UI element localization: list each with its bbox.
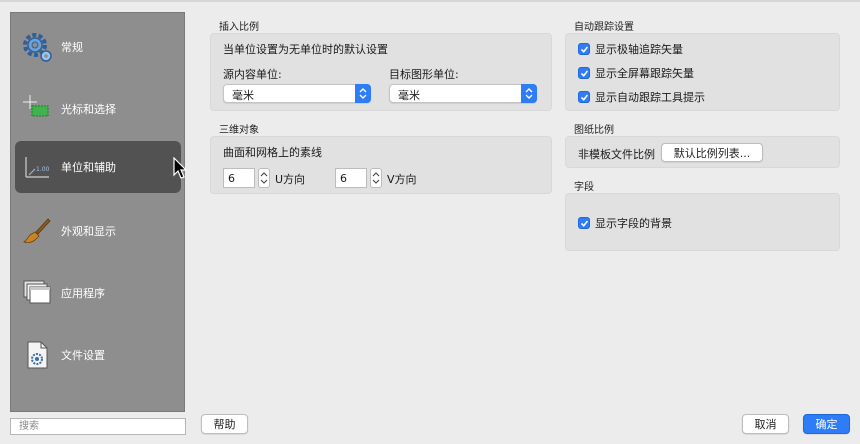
checkbox-label: 显示全屏幕跟踪矢量 bbox=[595, 67, 694, 80]
application-windows-icon bbox=[21, 277, 53, 309]
u-isolines-value: 6 bbox=[228, 172, 235, 185]
mouse-pointer-icon bbox=[173, 156, 189, 181]
checkbox-checked[interactable] bbox=[578, 43, 590, 55]
target-units-value: 毫米 bbox=[398, 89, 420, 102]
stepper-arrows-icon bbox=[260, 172, 268, 184]
sidebar-item-label: 文件设置 bbox=[61, 349, 105, 362]
autotrack-panel: 显示极轴追踪矢量 显示全屏幕跟踪矢量 显示自动跟踪工具提示 bbox=[565, 33, 840, 111]
checkbox-checked[interactable] bbox=[578, 67, 590, 79]
paintbrush-icon bbox=[21, 215, 53, 247]
svg-text:1.00: 1.00 bbox=[36, 166, 50, 173]
sidebar-item-appearance[interactable]: 外观和显示 bbox=[15, 205, 181, 257]
units-ruler-icon: 1.00 bbox=[21, 151, 53, 183]
default-scale-list-button[interactable]: 默认比例列表... bbox=[661, 143, 763, 162]
section-title-paper-scale: 图纸比例 bbox=[574, 125, 614, 136]
chevron-updown-icon bbox=[355, 84, 371, 103]
sidebar-item-cursor-selection[interactable]: 光标和选择 bbox=[15, 83, 181, 135]
sidebar-item-applications[interactable]: 应用程序 bbox=[15, 267, 181, 319]
ok-button[interactable]: 确定 bbox=[803, 414, 850, 434]
source-units-label: 源内容单位: bbox=[223, 68, 282, 81]
v-isolines-stepper[interactable] bbox=[370, 168, 382, 188]
crosshair-selection-icon bbox=[21, 93, 53, 125]
gear-icon bbox=[21, 31, 53, 63]
fullscreen-tracking-checkbox-row[interactable]: 显示全屏幕跟踪矢量 bbox=[578, 65, 694, 81]
sidebar-item-label: 应用程序 bbox=[61, 287, 105, 300]
insertion-scale-panel: 当单位设置为无单位时的默认设置 源内容单位: 目标图形单位: 毫米 毫米 bbox=[210, 33, 552, 111]
file-settings-icon bbox=[21, 339, 53, 371]
autotrack-tooltip-checkbox-row[interactable]: 显示自动跟踪工具提示 bbox=[578, 89, 705, 105]
insertion-scale-description: 当单位设置为无单位时的默认设置 bbox=[223, 43, 388, 56]
3d-objects-panel: 曲面和网格上的素线 6 U方向 6 V方向 bbox=[210, 136, 552, 194]
checkbox-label: 显示极轴追踪矢量 bbox=[595, 43, 683, 56]
sidebar-item-label: 单位和辅助 bbox=[61, 161, 116, 174]
checkmark-icon bbox=[580, 94, 589, 101]
u-isolines-input[interactable]: 6 bbox=[223, 168, 255, 188]
section-title-fields: 字段 bbox=[574, 182, 594, 193]
checkbox-label: 显示字段的背景 bbox=[595, 217, 672, 230]
u-direction-label: U方向 bbox=[275, 173, 306, 186]
checkbox-checked[interactable] bbox=[578, 91, 590, 103]
sidebar: 常规 光标和选择 1.00 单位和辅助 外观和显示 应用程序 文件设置 bbox=[10, 12, 188, 412]
non-template-scale-label: 非模板文件比例 bbox=[578, 148, 655, 161]
source-units-dropdown[interactable]: 毫米 bbox=[223, 84, 371, 103]
checkmark-icon bbox=[580, 46, 589, 53]
source-units-value: 毫米 bbox=[232, 89, 254, 102]
isolines-description: 曲面和网格上的素线 bbox=[223, 146, 322, 159]
field-background-checkbox-row[interactable]: 显示字段的背景 bbox=[578, 215, 672, 231]
section-title-3d-objects: 三维对象 bbox=[219, 125, 259, 136]
fields-panel: 显示字段的背景 bbox=[565, 193, 840, 251]
section-title-autotrack: 自动跟踪设置 bbox=[574, 22, 634, 33]
polar-tracking-checkbox-row[interactable]: 显示极轴追踪矢量 bbox=[578, 41, 683, 57]
stepper-arrows-icon bbox=[372, 172, 380, 184]
paper-scale-panel: 非模板文件比例 默认比例列表... bbox=[565, 136, 840, 168]
checkmark-icon bbox=[580, 220, 589, 227]
chevron-updown-icon bbox=[521, 84, 537, 103]
v-isolines-input[interactable]: 6 bbox=[335, 168, 367, 188]
help-button[interactable]: 帮助 bbox=[201, 414, 248, 434]
window-top-edge bbox=[0, 0, 860, 2]
v-direction-label: V方向 bbox=[387, 173, 417, 186]
target-units-dropdown[interactable]: 毫米 bbox=[389, 84, 537, 103]
sidebar-item-label: 光标和选择 bbox=[61, 103, 116, 116]
sidebar-item-label: 常规 bbox=[61, 41, 83, 54]
checkbox-checked[interactable] bbox=[578, 217, 590, 229]
sidebar-item-units[interactable]: 1.00 单位和辅助 bbox=[15, 141, 188, 193]
sidebar-item-label: 外观和显示 bbox=[61, 225, 116, 238]
checkmark-icon bbox=[580, 70, 589, 77]
sidebar-item-general[interactable]: 常规 bbox=[15, 21, 181, 73]
v-isolines-value: 6 bbox=[340, 172, 347, 185]
sidebar-item-file-settings[interactable]: 文件设置 bbox=[15, 329, 181, 381]
search-input[interactable] bbox=[10, 418, 186, 435]
section-title-insertion-scale: 插入比例 bbox=[219, 22, 259, 33]
u-isolines-stepper[interactable] bbox=[258, 168, 270, 188]
checkbox-label: 显示自动跟踪工具提示 bbox=[595, 91, 705, 104]
target-units-label: 目标图形单位: bbox=[389, 68, 459, 81]
cancel-button[interactable]: 取消 bbox=[742, 414, 789, 434]
